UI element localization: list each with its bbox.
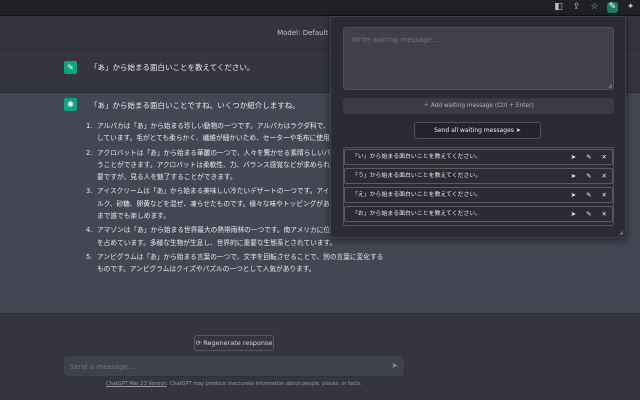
delete-x-icon[interactable]: ✕ [602, 188, 607, 202]
browser-toolbar: ◧ ⇪ ☆ ✎ ✦ [0, 0, 640, 16]
send-icon[interactable]: ➤ [571, 169, 576, 183]
version-link[interactable]: ChatGPT Mar 23 Version [106, 381, 167, 387]
browser-extension-icons: ◧ ⇪ ☆ ✎ ✦ [553, 2, 636, 13]
panel-resize-handle[interactable]: ◢ [619, 230, 623, 236]
extension-active-icon[interactable]: ✎ [607, 2, 618, 13]
send-icon: ➤ [513, 127, 521, 134]
delete-x-icon[interactable]: ✕ [602, 150, 607, 164]
footer-disclaimer: ChatGPT Mar 23 Version. ChatGPT may prod… [0, 381, 468, 387]
send-all-label: Send all waiting messages [434, 127, 514, 134]
queue-item: 「お」から始まる面白いことを教えてください。 ➤ ✎ ✕ [344, 206, 613, 222]
textarea-resize-handle[interactable]: ◢ [608, 83, 612, 89]
edit-pencil-icon[interactable]: ✎ [586, 207, 591, 221]
queue-item-text: 「お」から始まる面白いことを教えてください。 [352, 211, 482, 217]
regenerate-button[interactable]: ⟳ Regenerate response [194, 335, 274, 351]
message-composer: ➤ [63, 355, 405, 378]
edit-pencil-icon[interactable]: ✎ [586, 169, 591, 183]
add-waiting-message-button[interactable]: ＋ Add waiting message (Ctrl + Enter) [343, 98, 614, 114]
send-paper-plane-icon[interactable]: ➤ [391, 361, 398, 370]
waiting-messages-panel: ◢ ＋ Add waiting message (Ctrl + Enter) S… [330, 16, 626, 238]
delete-x-icon[interactable]: ✕ [602, 169, 607, 183]
translate-icon[interactable]: ◧ [553, 2, 564, 13]
bookmark-star-icon[interactable]: ☆ [589, 2, 600, 13]
list-item: 5. アンビグラムは「あ」から始まる言葉の一つで、文字を回転させることで、別の言葉… [86, 252, 384, 274]
waiting-message-textarea[interactable] [343, 27, 614, 90]
queue-item-text: 「え」から始まる面白いことを教えてください。 [352, 192, 482, 198]
puzzle-extensions-icon[interactable]: ✦ [625, 2, 636, 13]
openai-logo-icon: ✺ [64, 98, 77, 111]
queue-item-text: 「う」から始まる面白いことを教えてください。 [352, 173, 482, 179]
send-icon[interactable]: ➤ [571, 188, 576, 202]
assistant-intro-text: 「あ」から始まる面白いことですね。いくつか紹介しますね。 [90, 101, 300, 110]
send-icon[interactable]: ➤ [571, 207, 576, 221]
disclaimer-text: . ChatGPT may produce inaccurate informa… [166, 381, 362, 387]
queue-item-text: 「い」から始まる面白いことを教えてください。 [352, 154, 482, 160]
user-message-text: 「あ」から始まる面白いことを教えてください。 [90, 63, 255, 72]
regenerate-label: Regenerate response [203, 339, 273, 347]
edit-pencil-icon[interactable]: ✎ [586, 188, 591, 202]
refresh-icon: ⟳ [195, 339, 204, 347]
waiting-message-queue: 「い」から始まる面白いことを教えてください。 ➤ ✎ ✕ 「う」から始まる面白いこと… [343, 147, 614, 226]
add-waiting-message-label: Add waiting message (Ctrl + Enter) [430, 103, 534, 109]
share-icon[interactable]: ⇪ [571, 2, 582, 13]
send-icon[interactable]: ➤ [571, 150, 576, 164]
plus-icon: ＋ [423, 103, 431, 109]
queue-item: 「い」から始まる面白いことを教えてください。 ➤ ✎ ✕ [344, 149, 613, 165]
queue-item: 「う」から始まる面白いことを教えてください。 ➤ ✎ ✕ [344, 168, 613, 184]
message-input[interactable] [70, 356, 370, 378]
queue-item: 「え」から始まる面白いことを教えてください。 ➤ ✎ ✕ [344, 187, 613, 203]
send-all-waiting-button[interactable]: Send all waiting messages ➤ [414, 122, 541, 139]
delete-x-icon[interactable]: ✕ [602, 207, 607, 221]
edit-pencil-icon[interactable]: ✎ [586, 150, 591, 164]
user-avatar-pencil-icon: ✎ [64, 61, 77, 74]
